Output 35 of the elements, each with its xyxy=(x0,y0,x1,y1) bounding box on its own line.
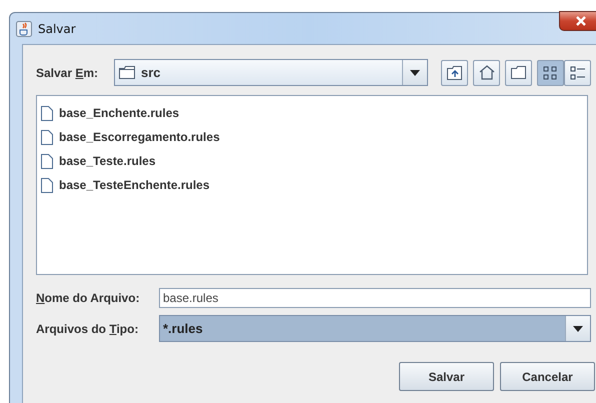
file-icon xyxy=(41,154,53,168)
toolbar-button[interactable] xyxy=(505,60,532,86)
file-type-dropdown[interactable]: *.rules xyxy=(159,315,591,342)
location-value: src xyxy=(141,65,162,80)
toolbar-button[interactable] xyxy=(564,60,591,86)
file-item[interactable]: base_Enchente.rules xyxy=(41,101,583,125)
file-name-field[interactable]: base.rules xyxy=(159,288,591,308)
list-view-icon xyxy=(542,66,558,80)
file-item[interactable]: base_TesteEnchente.rules xyxy=(41,173,583,197)
details-view-icon xyxy=(570,66,586,80)
folder-icon xyxy=(119,66,136,79)
window-title: Salvar xyxy=(38,22,76,36)
dropdown-arrow-icon xyxy=(573,326,583,332)
folder-up-icon xyxy=(446,66,462,80)
file-icon xyxy=(41,130,53,144)
toolbar-button[interactable] xyxy=(537,60,564,86)
location-label: Salvar Em: xyxy=(36,66,100,80)
home-icon xyxy=(478,65,494,80)
close-icon xyxy=(575,16,587,26)
file-icon xyxy=(41,106,53,120)
file-item[interactable]: base_Escorregamento.rules xyxy=(41,125,583,149)
file-type-label: Arquivos do Tipo: xyxy=(36,322,140,336)
file-name-label: Nome do Arquivo: xyxy=(36,291,141,305)
close-button[interactable] xyxy=(559,11,596,31)
file-item[interactable]: base_Teste.rules xyxy=(41,149,583,173)
cup-icon xyxy=(16,20,32,36)
folder-icon xyxy=(510,66,526,79)
toolbar-button[interactable] xyxy=(473,60,500,86)
toolbar-button[interactable] xyxy=(441,60,468,86)
dialog-button[interactable]: Salvar xyxy=(399,362,494,391)
dialog-button[interactable]: Cancelar xyxy=(500,362,595,391)
file-icon xyxy=(41,178,53,192)
file-type-value: *.rules xyxy=(162,321,204,336)
dropdown-arrow-icon xyxy=(410,70,420,76)
location-dropdown[interactable]: src xyxy=(114,59,428,86)
